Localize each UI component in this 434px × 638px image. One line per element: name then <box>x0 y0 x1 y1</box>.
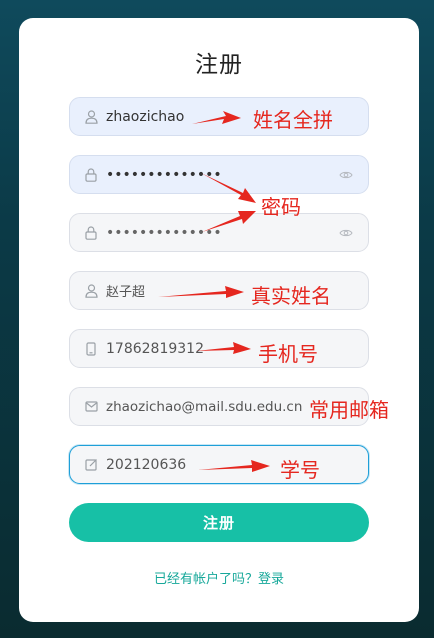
arrow-real-name <box>158 286 244 298</box>
annotation-email: 常用邮箱 <box>309 398 389 422</box>
arrow-password-2 <box>202 211 256 232</box>
arrow-password-1 <box>201 173 256 203</box>
annotation-phone: 手机号 <box>258 342 318 366</box>
arrow-username <box>192 111 241 124</box>
arrow-student-id <box>198 460 270 472</box>
annotation-arrows <box>158 111 270 472</box>
arrow-phone <box>196 342 251 354</box>
annotation-student-id: 学号 <box>280 458 320 482</box>
annotation-password: 密码 <box>261 195 301 219</box>
annotation-username: 姓名全拼 <box>253 108 333 132</box>
annotation-real-name: 真实姓名 <box>251 284 331 308</box>
